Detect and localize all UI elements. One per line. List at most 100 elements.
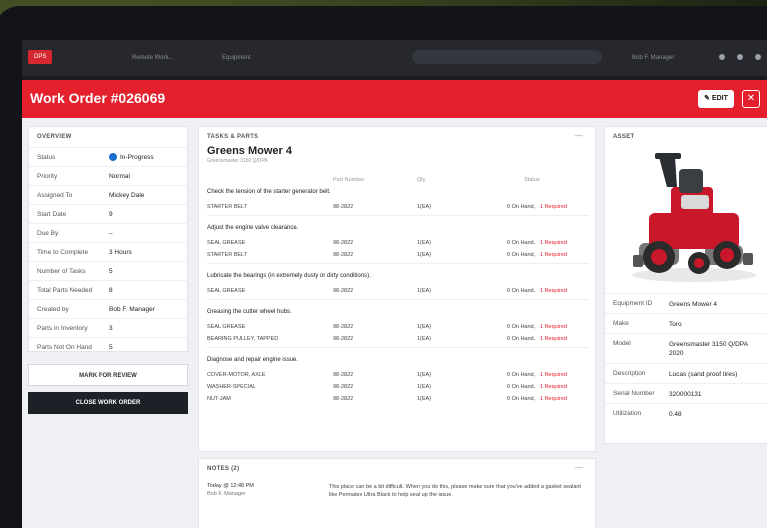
part-row: STARTER BELT 98-2822 1(EA) 0 On Hand, 1 Requ… <box>207 201 589 213</box>
overview-row-value: Mickey Dale <box>109 192 145 199</box>
overview-row: Number of Tasks 5 <box>29 261 189 280</box>
overview-row: Assigned To Mickey Dale <box>29 185 189 204</box>
asset-row-label: Utilization <box>613 410 642 417</box>
part-onhand: 0 On Hand, <box>507 204 536 210</box>
part-name: SEAL GREASE <box>207 288 246 294</box>
overview-row-label: Created by <box>37 306 69 313</box>
part-name: SEAL GREASE <box>207 240 246 246</box>
part-onhand: 0 On Hand, <box>507 324 536 330</box>
note-date: Today @ 12:48 PM <box>207 483 254 489</box>
part-required-link[interactable]: 1 Required <box>540 333 567 345</box>
overview-row-value: 8 <box>109 287 113 294</box>
address-bar[interactable] <box>412 50 602 64</box>
browser-tab-2[interactable]: Equipment <box>222 52 251 64</box>
part-required-link[interactable]: 1 Required <box>540 321 567 333</box>
part-required-link[interactable]: 1 Required <box>540 393 567 405</box>
asset-row-label: Make <box>613 320 629 327</box>
overview-row-value: In-Progress <box>109 148 154 167</box>
overview-row-label: Assigned To <box>37 192 73 199</box>
part-required-link[interactable]: 1 Required <box>540 237 567 249</box>
part-required-link[interactable]: 1 Required <box>540 285 567 297</box>
part-onhand: 0 On Hand, <box>507 288 536 294</box>
part-row: NUT-JAM 98-2822 1(EA) 0 On Hand, 1 Required <box>207 393 589 405</box>
asset-row: Make Toro <box>605 313 767 333</box>
part-number: 98-2822 <box>333 252 354 258</box>
column-header-part-number: Part Number <box>333 177 365 183</box>
edit-button[interactable]: ✎ EDIT <box>698 90 734 108</box>
more-icon[interactable] <box>719 54 725 60</box>
part-qty: 1(EA) <box>417 396 432 402</box>
overview-row-label: Number of Tasks <box>37 268 86 275</box>
overview-row: Due By – <box>29 223 189 242</box>
overview-row-value: 5 <box>109 268 113 275</box>
status-icon <box>109 153 117 162</box>
part-onhand: 0 On Hand, <box>507 372 536 378</box>
asset-row-label: Equipment ID <box>613 300 653 307</box>
part-number: 98-2822 <box>333 372 354 378</box>
overview-panel: OVERVIEW Status In-Progress Priority Normal… <box>28 126 189 352</box>
overview-row-label: Priority <box>37 173 58 180</box>
part-number: 98-2822 <box>333 288 354 294</box>
note-author: Bob F. Manager <box>207 491 246 497</box>
part-qty: 1(EA) <box>417 204 432 210</box>
part-onhand: 0 On Hand, <box>507 396 536 402</box>
asset-row-label: Description <box>613 370 646 377</box>
overview-row: Parts Not On Hand 5 <box>29 337 189 356</box>
overview-row-value: – <box>109 230 113 237</box>
part-required-link[interactable]: 1 Required <box>540 381 567 393</box>
edit-label: EDIT <box>711 95 728 102</box>
part-required-link[interactable]: 1 Required <box>540 201 567 213</box>
overview-row: Created by Bob F. Manager <box>29 299 189 318</box>
overview-row-label: Start Date <box>37 211 67 218</box>
task-title: Adjust the engine valve clearance. <box>207 225 299 231</box>
asset-row-value: Toro <box>669 321 682 328</box>
part-qty: 1(EA) <box>417 240 432 246</box>
note-text: This place can be a bit difficult. When … <box>329 484 581 498</box>
overview-row: Start Date 9 <box>29 204 189 223</box>
collapse-icon[interactable]: — <box>575 463 583 472</box>
overview-row-label: Time to Complete <box>37 249 89 256</box>
asset-row-value: Greensmaster 3150 Q/DPA 2020 <box>669 341 748 357</box>
mark-for-review-button[interactable]: MARK FOR REVIEW <box>28 364 188 386</box>
user-profile-menu[interactable]: Bob F. Manager <box>632 52 674 64</box>
divider <box>207 215 589 216</box>
asset-panel: ASSET Equipment ID Greens Mower 4 Make T… <box>604 126 767 444</box>
asset-row-value: Lucas (sand proof tires) <box>669 371 738 378</box>
part-number: 98-2822 <box>333 384 354 390</box>
overview-row: Parts in Inventory 3 <box>29 318 189 337</box>
divider <box>207 263 589 264</box>
overview-row: Status In-Progress <box>29 147 189 166</box>
asset-row-value: 0.48 <box>669 411 682 418</box>
asset-row: Model Greensmaster 3150 Q/DPA 2020 <box>605 333 767 363</box>
more-icon[interactable] <box>737 54 743 60</box>
column-header-status: Status <box>524 177 540 183</box>
part-onhand: 0 On Hand, <box>507 336 536 342</box>
part-required-link[interactable]: 1 Required <box>540 369 567 381</box>
app-favicon-icon[interactable]: OPS <box>28 50 52 64</box>
part-number: 98-2822 <box>333 396 354 402</box>
divider <box>207 347 589 348</box>
part-required-link[interactable]: 1 Required <box>540 249 567 261</box>
close-work-order-button[interactable]: CLOSE WORK ORDER <box>28 392 188 414</box>
collapse-icon[interactable]: — <box>575 131 583 140</box>
browser-chrome: OPS Remote Work... Equipment Bob F. Mana… <box>22 40 767 80</box>
part-number: 98-2822 <box>333 204 354 210</box>
part-qty: 1(EA) <box>417 288 432 294</box>
overview-title: OVERVIEW <box>37 134 72 140</box>
overview-row-label: Status <box>37 154 56 161</box>
more-icon[interactable] <box>755 54 761 60</box>
browser-tab-1[interactable]: Remote Work... <box>132 52 174 64</box>
asset-row: Equipment ID Greens Mower 4 <box>605 293 767 313</box>
page-title: Work Order #026069 <box>30 90 166 106</box>
part-onhand: 0 On Hand, <box>507 240 536 246</box>
overview-row-label: Parts in Inventory <box>37 325 88 332</box>
part-row: SEAL GREASE 98-2822 1(EA) 0 On Hand, 1 Requi… <box>207 237 589 249</box>
tasks-section-title: TASKS & PARTS <box>207 134 259 140</box>
part-qty: 1(EA) <box>417 324 432 330</box>
asset-row: Serial Number 320000131 <box>605 383 767 403</box>
asset-row-label: Model <box>613 340 631 347</box>
overview-row-value: Bob F. Manager <box>109 306 155 313</box>
close-button[interactable]: ✕ <box>742 90 760 108</box>
part-number: 98-2822 <box>333 240 354 246</box>
part-name: NUT-JAM <box>207 396 231 402</box>
